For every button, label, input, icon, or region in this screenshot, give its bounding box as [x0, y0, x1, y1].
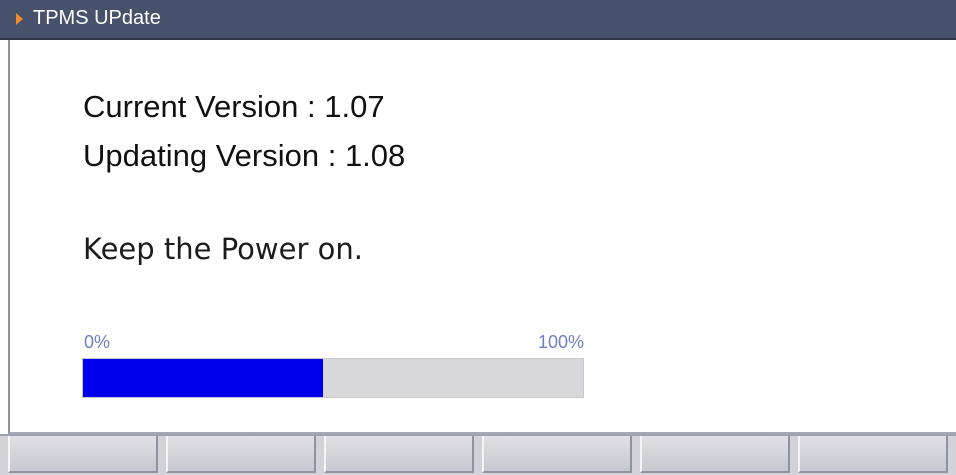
softkey-bar: [0, 434, 956, 475]
progress-start-label: 0%: [84, 332, 111, 352]
softkey-2[interactable]: [166, 436, 316, 473]
update-panel: Current Version : 1.07 Updating Version …: [8, 40, 956, 434]
updating-version-text: Updating Version : 1.08: [83, 138, 406, 173]
power-warning-text: Keep the Power on.: [83, 232, 363, 266]
current-version-text: Current Version : 1.07: [83, 89, 385, 124]
title-arrow-icon: [16, 13, 23, 25]
progress-track: [82, 358, 584, 398]
softkey-6[interactable]: [798, 436, 948, 473]
title-bar: TPMS UPdate: [0, 0, 956, 40]
softkey-1[interactable]: [8, 436, 158, 473]
progress-fill: [83, 359, 323, 397]
softkey-3[interactable]: [324, 436, 474, 473]
window-title: TPMS UPdate: [33, 7, 161, 29]
softkey-5[interactable]: [640, 436, 790, 473]
softkey-4[interactable]: [482, 436, 632, 473]
progress-end-label: 100%: [537, 332, 584, 352]
update-progress: 0% 100%: [82, 332, 584, 402]
